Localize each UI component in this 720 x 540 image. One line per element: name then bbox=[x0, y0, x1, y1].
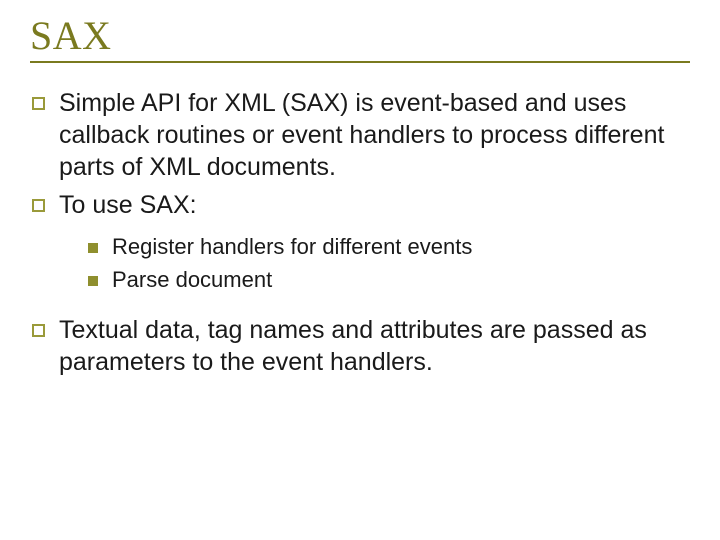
square-bullet-icon bbox=[32, 199, 45, 212]
filled-square-bullet-icon bbox=[88, 276, 98, 286]
slide-content: Simple API for XML (SAX) is event-based … bbox=[30, 87, 690, 378]
bullet-text: Simple API for XML (SAX) is event-based … bbox=[59, 87, 690, 183]
bullet-text: Textual data, tag names and attributes a… bbox=[59, 314, 690, 378]
sub-bullet-text: Register handlers for different events bbox=[112, 233, 690, 262]
bullet-text: To use SAX: bbox=[59, 189, 690, 221]
square-bullet-icon bbox=[32, 324, 45, 337]
bullet-item: Textual data, tag names and attributes a… bbox=[32, 314, 690, 378]
bullet-item: To use SAX: bbox=[32, 189, 690, 221]
bullet-item: Simple API for XML (SAX) is event-based … bbox=[32, 87, 690, 183]
title-underline bbox=[30, 61, 690, 63]
sub-bullet-list: Register handlers for different events P… bbox=[88, 233, 690, 294]
sub-bullet-item: Parse document bbox=[88, 266, 690, 295]
slide: SAX Simple API for XML (SAX) is event-ba… bbox=[0, 0, 720, 540]
square-bullet-icon bbox=[32, 97, 45, 110]
sub-bullet-item: Register handlers for different events bbox=[88, 233, 690, 262]
sub-bullet-text: Parse document bbox=[112, 266, 690, 295]
slide-title: SAX bbox=[30, 12, 690, 59]
filled-square-bullet-icon bbox=[88, 243, 98, 253]
